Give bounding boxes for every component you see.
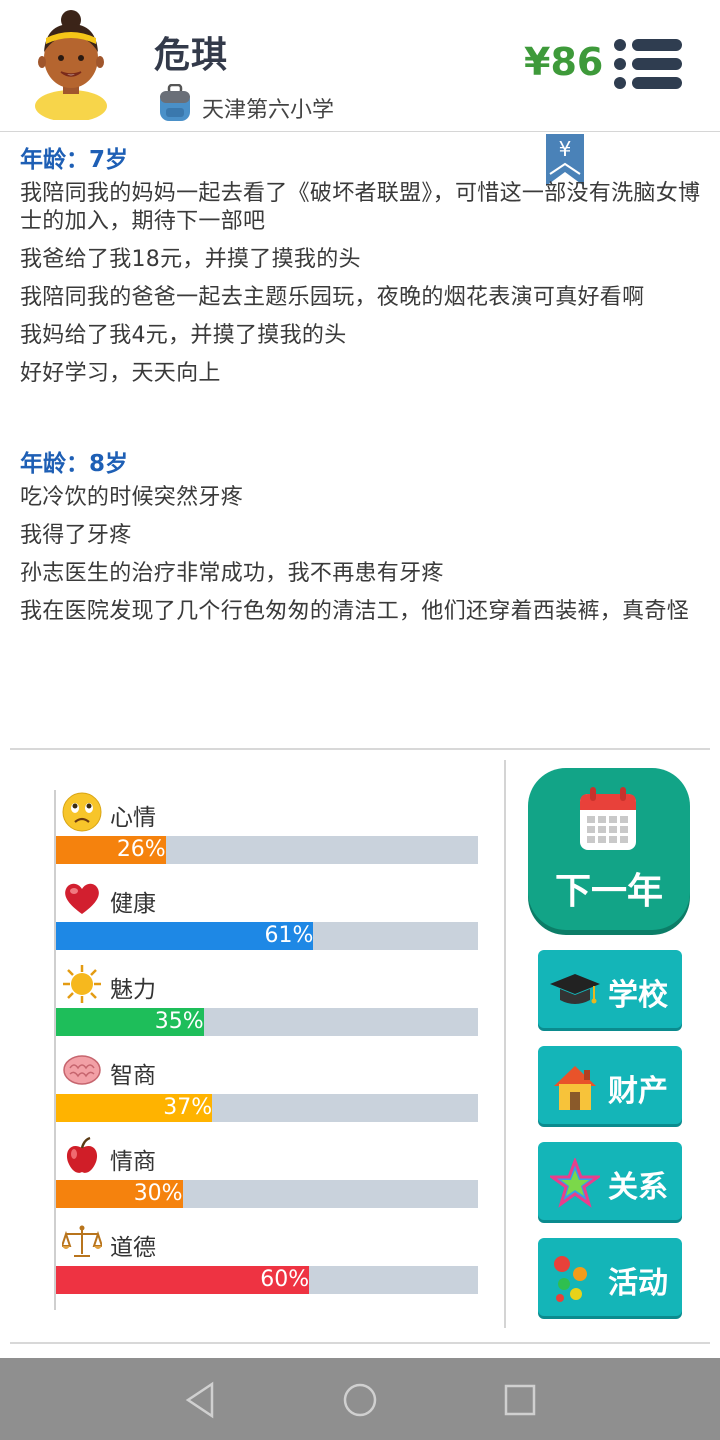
- log-entry: 好好学习，天天向上: [20, 361, 221, 386]
- avatar: [35, 10, 107, 120]
- next-year-button[interactable]: 下一年: [528, 768, 690, 930]
- stat-morality: 道德 60%: [56, 1220, 480, 1306]
- stat-eq: 情商 30%: [56, 1134, 480, 1220]
- character-name: 危琪: [154, 35, 229, 76]
- star-icon: [550, 1158, 600, 1208]
- stat-bar-fill: 60%: [56, 1266, 310, 1294]
- stat-health: 健康 61%: [56, 876, 480, 962]
- stat-label: 心情: [110, 805, 156, 831]
- stat-label: 智商: [110, 1063, 156, 1089]
- stat-value: 26%: [116, 837, 166, 862]
- stat-bar-fill: 26%: [56, 836, 166, 864]
- log-entry: 我陪同我的爸爸一起去主题乐园玩，夜晚的烟花表演可真好看啊: [20, 285, 645, 310]
- menu-list-icon[interactable]: [612, 38, 684, 90]
- stat-charm: 魅力 35%: [56, 962, 480, 1048]
- stat-bar-fill: 35%: [56, 1008, 204, 1036]
- log-entry: 吃冷饮的时候突然牙疼: [20, 485, 244, 510]
- stat-bar: 37%: [56, 1094, 478, 1122]
- log-entry: 我陪同我的妈妈一起去看了《破坏者联盟》，可惜这一部没有洗脑女博士的加入，期待下一…: [20, 181, 701, 234]
- activities-label: 活动: [608, 1266, 668, 1301]
- stat-bar: 61%: [56, 922, 478, 950]
- log-entry: 我得了牙疼: [20, 523, 132, 548]
- age-block: 年龄：8岁 吃冷饮的时候突然牙疼 我得了牙疼 孙志医生的治疗非常成功，我不再患有…: [20, 444, 704, 626]
- stat-label: 魅力: [110, 977, 156, 1003]
- age-heading: 年龄：8岁: [20, 451, 129, 477]
- school-label: 学校: [608, 978, 668, 1013]
- school-button[interactable]: 学校: [538, 950, 682, 1028]
- stat-mood: 心情 26%: [56, 790, 480, 876]
- log-entry: 我在医院发现了几个行色匆匆的清洁工，他们还穿着西装裤，真奇怪: [20, 599, 690, 624]
- log-entry: 孙志医生的治疗非常成功，我不再患有牙疼: [20, 561, 444, 586]
- stat-bar: 30%: [56, 1180, 478, 1208]
- stat-bar: 26%: [56, 836, 478, 864]
- relations-label: 关系: [608, 1170, 668, 1205]
- log-entry: 我爸给了我18元，并摸了摸我的头: [20, 247, 361, 272]
- stat-bar: 60%: [56, 1266, 478, 1294]
- sun-icon: [63, 965, 101, 1003]
- property-button[interactable]: 财产: [538, 1046, 682, 1124]
- system-nav-bar: [0, 1358, 720, 1440]
- column-separator: [504, 760, 506, 1328]
- age-block: 年龄：7岁 我陪同我的妈妈一起去看了《破坏者联盟》，可惜这一部没有洗脑女博士的加…: [20, 140, 704, 388]
- stat-value: 60%: [260, 1267, 310, 1292]
- scales-icon: [62, 1225, 102, 1257]
- stat-bar: 35%: [56, 1008, 478, 1036]
- stat-bar-fill: 37%: [56, 1094, 213, 1122]
- recents-icon[interactable]: [498, 1378, 542, 1422]
- property-label: 财产: [608, 1074, 668, 1109]
- log-entry: 我妈给了我4元，并摸了摸我的头: [20, 323, 347, 348]
- stat-value: 35%: [154, 1009, 204, 1034]
- top-bar: 危琪 天津第六小学 ¥86: [0, 0, 720, 132]
- stat-value: 30%: [133, 1181, 183, 1206]
- calendar-icon: [580, 787, 636, 850]
- heart-icon: [65, 883, 99, 914]
- stats-panel: 心情 26% 健康 61% 魅力 35% 智商 37% 情商 30% 道德 60…: [54, 790, 478, 1310]
- activities-icon: [554, 1256, 587, 1302]
- brain-icon: [63, 1055, 101, 1085]
- stat-iq: 智商 37%: [56, 1048, 480, 1134]
- stat-bar-fill: 30%: [56, 1180, 183, 1208]
- next-year-label: 下一年: [554, 871, 663, 912]
- sad-face-icon: [62, 792, 102, 832]
- stat-value: 61%: [264, 923, 314, 948]
- life-log: 年龄：7岁 我陪同我的妈妈一起去看了《破坏者联盟》，可惜这一部没有洗脑女博士的加…: [20, 140, 704, 636]
- activities-button[interactable]: 活动: [538, 1238, 682, 1316]
- back-icon[interactable]: [178, 1378, 222, 1422]
- divider: [10, 1342, 710, 1344]
- money-balance: ¥86: [524, 40, 604, 84]
- house-icon: [554, 1066, 596, 1110]
- school-name: 天津第六小学: [202, 98, 335, 123]
- stat-value: 37%: [163, 1095, 213, 1120]
- backpack-icon: [160, 84, 190, 121]
- divider: [10, 748, 710, 750]
- stat-label: 健康: [110, 891, 156, 917]
- stat-label: 情商: [110, 1149, 156, 1175]
- graduation-cap-icon: [550, 974, 600, 1004]
- apple-icon: [66, 1136, 98, 1173]
- home-icon[interactable]: [338, 1378, 382, 1422]
- age-heading: 年龄：7岁: [20, 147, 129, 173]
- stat-bar-fill: 61%: [56, 922, 314, 950]
- relations-button[interactable]: 关系: [538, 1142, 682, 1220]
- stat-label: 道德: [110, 1235, 156, 1261]
